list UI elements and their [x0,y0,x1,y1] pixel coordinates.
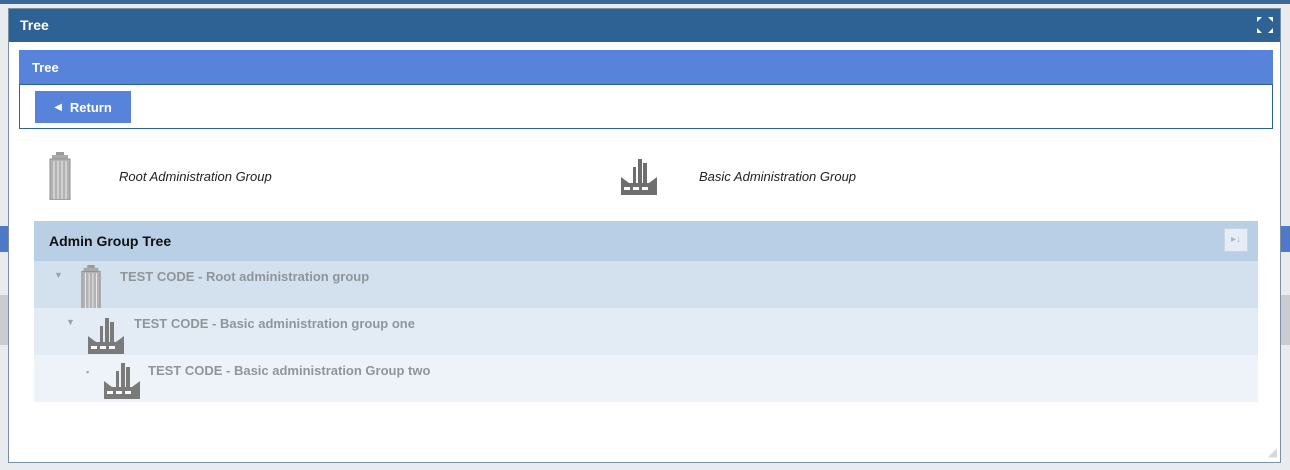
tree-row-label[interactable]: TEST CODE - Basic administration group o… [134,316,415,331]
tree-row[interactable]: ▪ TEST CODE - Basic administration Group… [34,355,1258,402]
tree-row-label[interactable]: TEST CODE - Basic administration Group t… [148,363,430,378]
expand-all-button[interactable]: ▸↓ [1224,228,1248,252]
back-arrow-icon: ◀ [54,101,62,113]
legend-root-group [47,152,73,201]
root-admin-group-icon [78,265,104,312]
root-admin-group-icon [47,152,73,201]
collapse-toggle-icon[interactable]: ▼ [66,317,75,327]
tree-header-title: Admin Group Tree [49,233,172,249]
collapse-toggle-icon[interactable]: ▼ [54,270,63,280]
tree-row-label[interactable]: TEST CODE - Root administration group [120,269,369,284]
leaf-bullet-icon: ▪ [86,367,90,377]
resize-grip-icon[interactable]: ◢ [1268,445,1277,459]
legend-basic-label: Basic Administration Group [699,169,857,184]
return-button-label: Return [69,99,112,115]
admin-group-tree: Admin Group Tree ▸↓ ▼ TEST CODE - Root a… [34,221,1258,404]
tree-header: Admin Group Tree ▸↓ [34,221,1258,261]
dialog-title-bar: Tree [9,9,1280,42]
tree-dialog: Tree Tree ◀ Return Root Administration G… [8,8,1281,463]
toolbar: ◀ Return [19,84,1273,129]
return-button[interactable]: ◀ Return [35,91,131,123]
legend-basic-group [619,159,659,195]
basic-admin-group-icon [102,363,142,402]
tree-row[interactable]: ▼ TEST CODE - Root administration group [34,261,1258,310]
background-app-bar [0,0,1290,4]
tree-row[interactable]: ▼ TEST CODE - Basic administration group… [34,308,1258,355]
basic-admin-group-icon [619,159,659,195]
maximize-icon[interactable] [1256,16,1274,34]
basic-admin-group-icon [86,318,126,357]
dialog-title: Tree [20,17,49,33]
legend-root-label: Root Administration Group [119,169,272,184]
panel-header: Tree [19,50,1273,85]
